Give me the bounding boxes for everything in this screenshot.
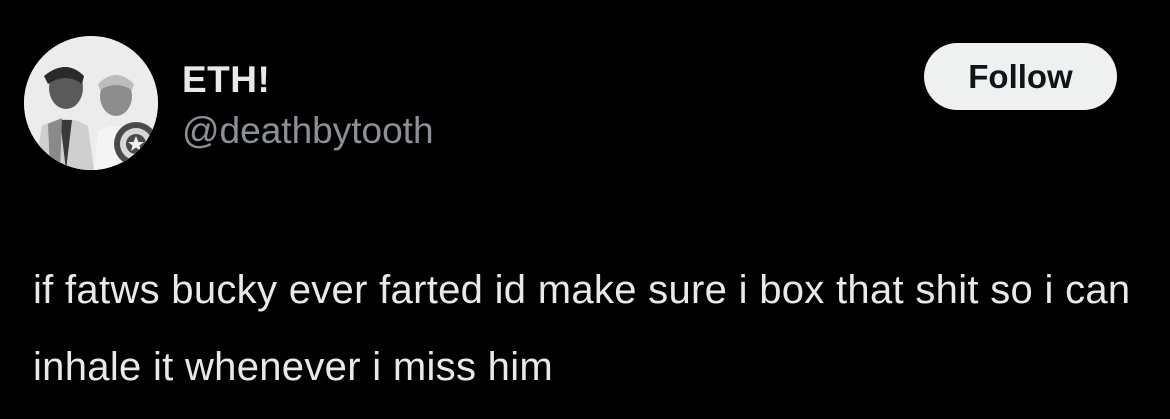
tweet-card: ETH! @deathbytooth Follow if fatws bucky… (0, 0, 1170, 419)
follow-button[interactable]: Follow (924, 43, 1117, 110)
tweet-text: if fatws bucky ever farted id make sure … (33, 268, 1131, 389)
avatar-photo-icon (24, 36, 158, 170)
user-handle[interactable]: @deathbytooth (182, 111, 434, 151)
avatar[interactable] (24, 36, 158, 170)
display-name[interactable]: ETH! (182, 60, 270, 100)
